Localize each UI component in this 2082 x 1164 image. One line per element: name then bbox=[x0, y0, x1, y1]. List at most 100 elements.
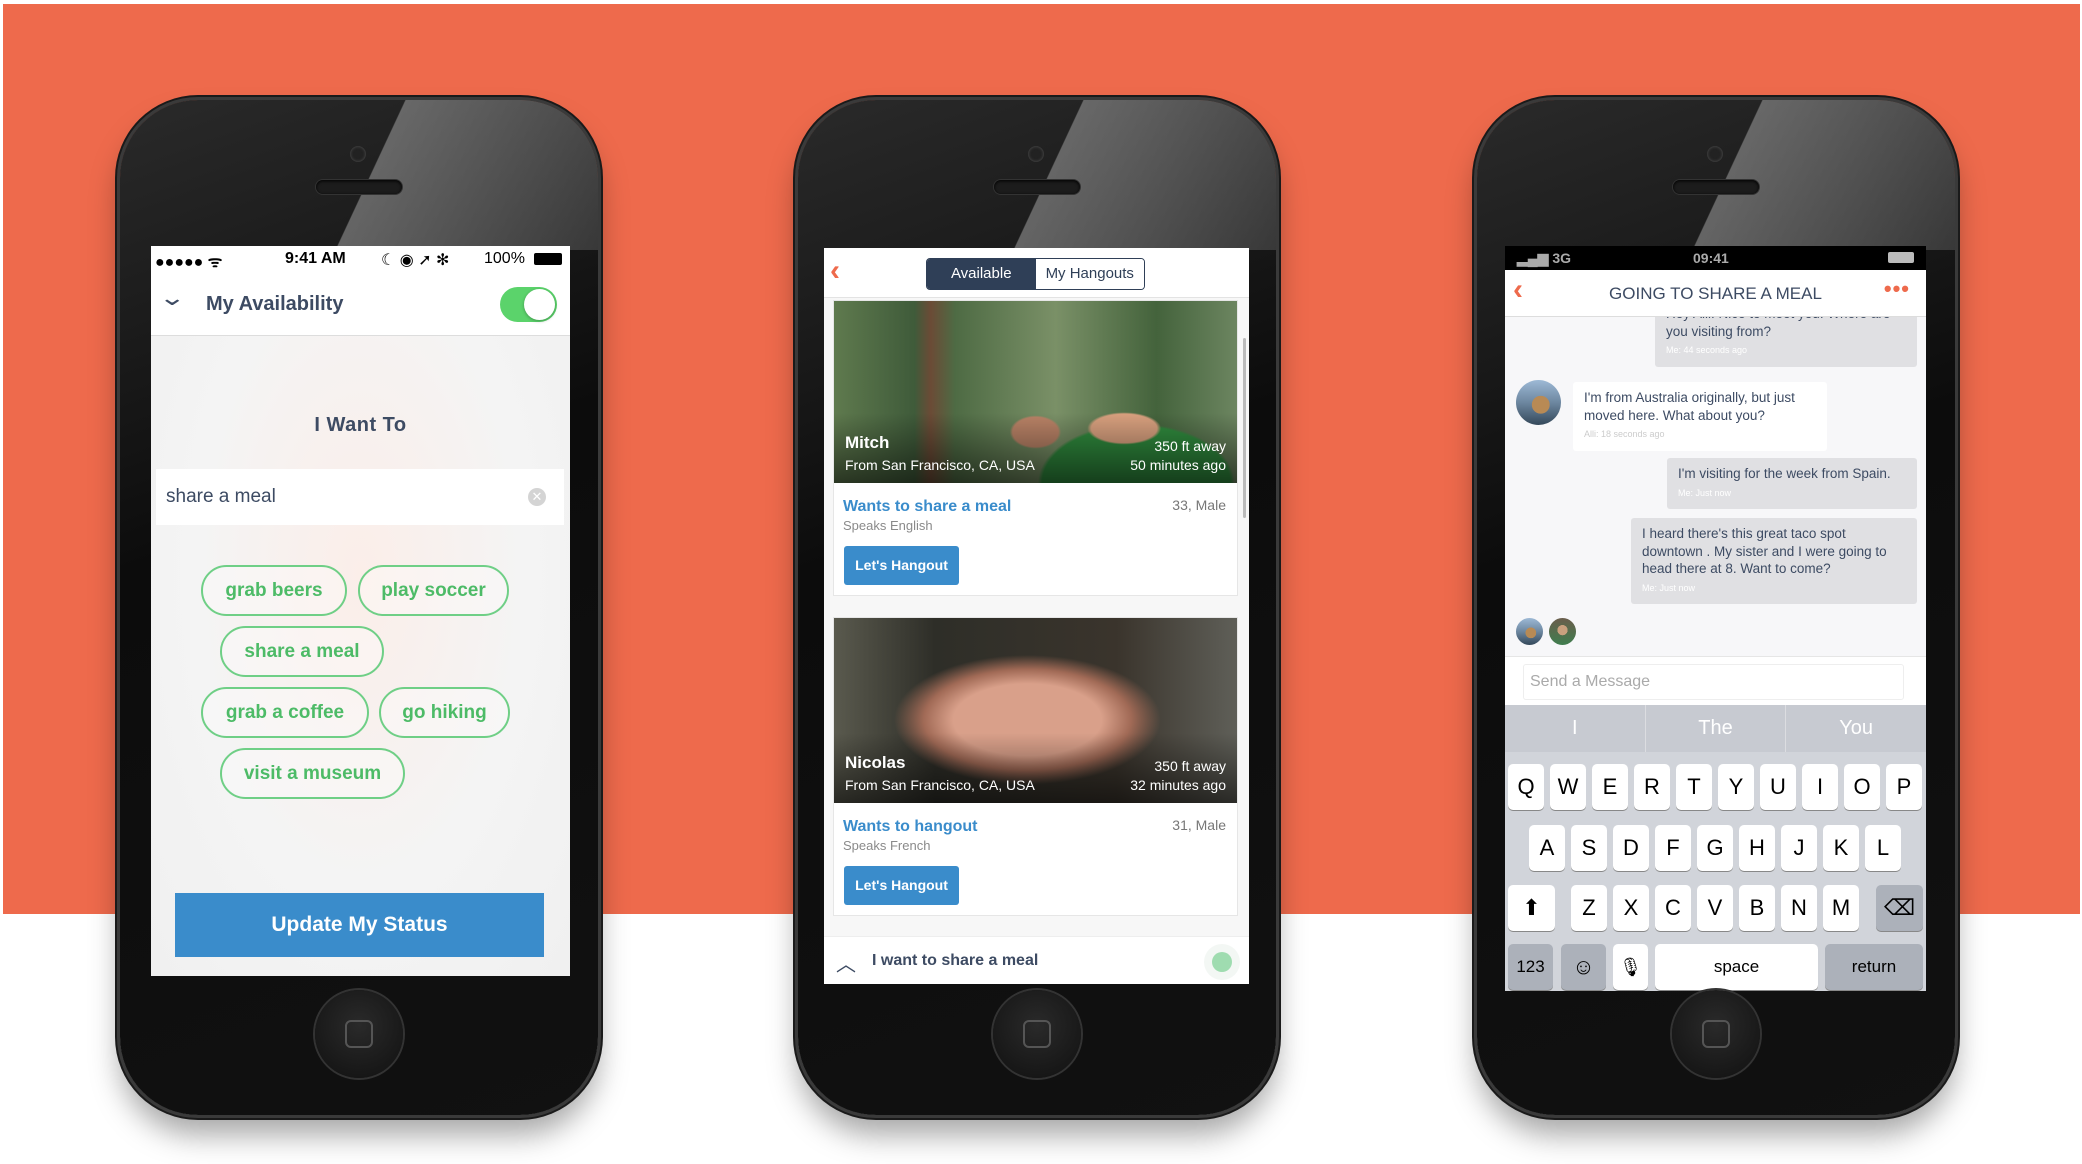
chip-play-soccer[interactable]: play soccer bbox=[358, 565, 509, 616]
lets-hangout-button[interactable]: Let's Hangout bbox=[844, 866, 959, 905]
battery-icon bbox=[534, 253, 562, 265]
hangout-card: Nicolas From San Francisco, CA, USA 350 … bbox=[833, 617, 1238, 916]
hangouts-header: ‹ Available My Hangouts bbox=[824, 248, 1249, 298]
key-e[interactable]: E bbox=[1592, 764, 1628, 810]
key-x[interactable]: X bbox=[1613, 885, 1649, 931]
home-button bbox=[315, 990, 403, 1078]
status-time: 09:41 bbox=[1693, 250, 1729, 266]
chip-share-a-meal[interactable]: share a meal bbox=[220, 626, 384, 677]
chip-grab-beers[interactable]: grab beers bbox=[201, 565, 347, 616]
clear-icon[interactable]: ✕ bbox=[528, 488, 546, 506]
status-icons: ☾ ◉ ➚ ✻ bbox=[381, 252, 450, 269]
key-z[interactable]: Z bbox=[1571, 885, 1607, 931]
key-a[interactable]: A bbox=[1529, 825, 1565, 871]
speaks-text: Speaks English bbox=[843, 518, 933, 533]
key-q[interactable]: Q bbox=[1508, 764, 1544, 810]
profile-photo: Nicolas From San Francisco, CA, USA 350 … bbox=[834, 618, 1237, 803]
key-b[interactable]: B bbox=[1739, 885, 1775, 931]
key-r[interactable]: R bbox=[1634, 764, 1670, 810]
signal-icon: ▂▄▆ 3G bbox=[1517, 250, 1572, 266]
activity-input[interactable]: share a meal ✕ bbox=[156, 469, 564, 525]
key-w[interactable]: W bbox=[1550, 764, 1586, 810]
key-f[interactable]: F bbox=[1655, 825, 1691, 871]
status-time: 9:41 AM bbox=[285, 250, 346, 267]
avatar[interactable] bbox=[1516, 380, 1561, 425]
key-p[interactable]: P bbox=[1886, 764, 1922, 810]
age-gender: 33, Male bbox=[1172, 497, 1226, 513]
suggestion[interactable]: I bbox=[1505, 705, 1646, 752]
key-h[interactable]: H bbox=[1739, 825, 1775, 871]
microphone-key-icon[interactable]: 🎙 bbox=[1613, 944, 1648, 990]
chip-go-hiking[interactable]: go hiking bbox=[379, 687, 510, 738]
speaks-text: Speaks French bbox=[843, 838, 931, 853]
status-indicator bbox=[1212, 952, 1232, 972]
key-d[interactable]: D bbox=[1613, 825, 1649, 871]
backspace-key-icon[interactable]: ⌫ bbox=[1876, 885, 1923, 931]
availability-toggle[interactable] bbox=[500, 287, 557, 322]
current-status: I want to share a meal bbox=[872, 952, 1039, 969]
key-n[interactable]: N bbox=[1781, 885, 1817, 931]
message-input[interactable]: Send a Message bbox=[1523, 664, 1904, 700]
chevron-up-icon[interactable]: ︿ bbox=[836, 948, 856, 977]
status-bar: ●●●●● ᯤ 9:41 AM ☾ ◉ ➚ ✻ 100% bbox=[151, 246, 570, 273]
person-distance: 350 ft away bbox=[1154, 758, 1226, 774]
chip-grab-a-coffee[interactable]: grab a coffee bbox=[201, 687, 369, 738]
numbers-key[interactable]: 123 bbox=[1508, 944, 1553, 990]
chevron-down-icon[interactable]: ⌄ bbox=[158, 285, 186, 311]
key-m[interactable]: M bbox=[1823, 885, 1859, 931]
space-key[interactable]: space bbox=[1655, 944, 1818, 990]
key-u[interactable]: U bbox=[1760, 764, 1796, 810]
message-meta: Me: 44 seconds ago bbox=[1666, 345, 1748, 355]
chat-screen: ▂▄▆ 3G 09:41 ‹ GOING TO SHARE A MEAL •••… bbox=[1505, 246, 1926, 991]
keyboard: I The You Q W E R T Y U I O P A S D F G H J K L Z X C V B N M ⬆ ⌫ 12… bbox=[1505, 705, 1926, 991]
key-y[interactable]: Y bbox=[1718, 764, 1754, 810]
key-v[interactable]: V bbox=[1697, 885, 1733, 931]
message-bubble: I'm visiting for the week from Spain. Me:… bbox=[1667, 458, 1917, 509]
key-i[interactable]: I bbox=[1802, 764, 1838, 810]
battery-icon bbox=[1888, 252, 1914, 263]
key-k[interactable]: K bbox=[1823, 825, 1859, 871]
wants-text: Wants to hangout bbox=[843, 818, 978, 835]
header-title: My Availability bbox=[206, 293, 344, 315]
emoji-key-icon[interactable]: ☺ bbox=[1561, 944, 1606, 990]
shift-key-icon[interactable]: ⬆ bbox=[1508, 885, 1555, 931]
person-location: From San Francisco, CA, USA bbox=[845, 777, 1035, 793]
phone-chat: ▂▄▆ 3G 09:41 ‹ GOING TO SHARE A MEAL •••… bbox=[1477, 100, 1955, 1115]
chip-visit-a-museum[interactable]: visit a museum bbox=[220, 748, 405, 799]
suggestion[interactable]: You bbox=[1786, 705, 1926, 752]
key-s[interactable]: S bbox=[1571, 825, 1607, 871]
person-time: 32 minutes ago bbox=[1130, 777, 1226, 793]
chat-title: GOING TO SHARE A MEAL bbox=[1609, 284, 1822, 303]
phone-hangouts: ‹ Available My Hangouts Mitch From San F… bbox=[798, 100, 1276, 1115]
tab-my-hangouts[interactable]: My Hangouts bbox=[1035, 259, 1144, 289]
profile-photo: Mitch From San Francisco, CA, USA 350 ft… bbox=[834, 301, 1237, 483]
scrollbar[interactable] bbox=[1243, 338, 1246, 518]
suggestion[interactable]: The bbox=[1646, 705, 1787, 752]
key-j[interactable]: J bbox=[1781, 825, 1817, 871]
wants-text: Wants to share a meal bbox=[843, 498, 1012, 515]
input-value: share a meal bbox=[166, 486, 276, 507]
availability-screen: ●●●●● ᯤ 9:41 AM ☾ ◉ ➚ ✻ 100% ⌄ My Availa… bbox=[151, 246, 570, 976]
status-bar-bottom[interactable]: ︿ I want to share a meal bbox=[824, 936, 1249, 984]
section-heading: I Want To bbox=[314, 414, 407, 436]
update-status-button[interactable]: Update My Status bbox=[175, 893, 544, 957]
message-bubble: I'm from Australia originally, but just … bbox=[1573, 382, 1827, 451]
availability-header: ⌄ My Availability bbox=[151, 273, 570, 336]
person-name: Mitch bbox=[845, 433, 890, 452]
tab-available[interactable]: Available bbox=[927, 259, 1036, 289]
message-meta: Me: Just now bbox=[1678, 487, 1732, 498]
person-name: Nicolas bbox=[845, 753, 906, 772]
lets-hangout-button[interactable]: Let's Hangout bbox=[844, 546, 959, 585]
battery-level: 100% bbox=[484, 250, 525, 267]
key-c[interactable]: C bbox=[1655, 885, 1691, 931]
key-t[interactable]: T bbox=[1676, 764, 1712, 810]
more-icon[interactable]: ••• bbox=[1884, 276, 1910, 302]
hangout-card: Mitch From San Francisco, CA, USA 350 ft… bbox=[833, 300, 1238, 596]
avatar bbox=[1549, 618, 1576, 645]
key-l[interactable]: L bbox=[1865, 825, 1901, 871]
back-icon[interactable]: ‹ bbox=[830, 254, 840, 288]
age-gender: 31, Male bbox=[1172, 817, 1226, 833]
return-key[interactable]: return bbox=[1825, 944, 1923, 990]
key-g[interactable]: G bbox=[1697, 825, 1733, 871]
key-o[interactable]: O bbox=[1844, 764, 1880, 810]
